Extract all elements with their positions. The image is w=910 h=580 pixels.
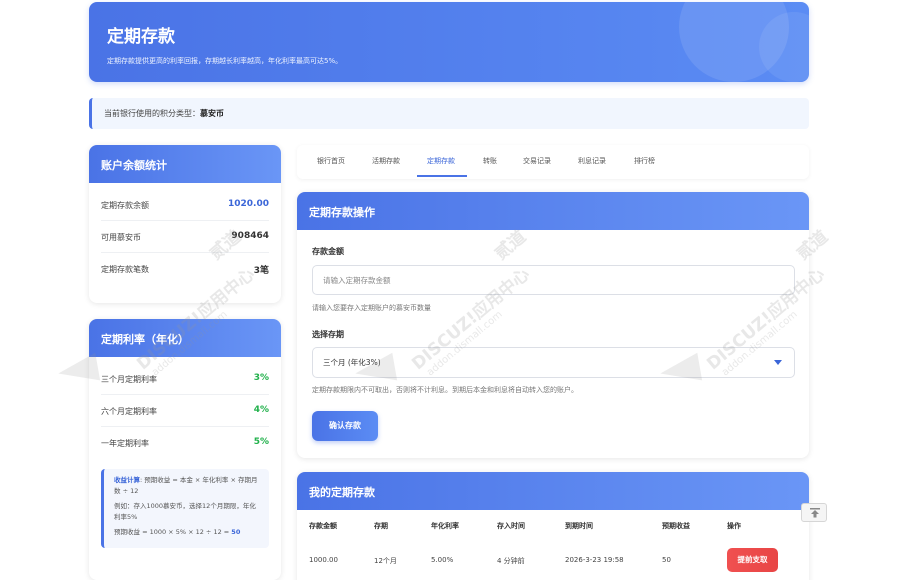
rate-card: 定期利率（年化） 三个月定期利率 3% 六个月定期利率 4% 一年定期利率 5%…	[89, 319, 281, 580]
rate-row-label: 一年定期利率	[101, 439, 149, 448]
scroll-to-top-button[interactable]	[801, 503, 827, 522]
tab-transfer[interactable]: 转账	[483, 156, 497, 166]
currency-info-text: 当前银行使用的积分类型：慕安币	[104, 109, 224, 118]
balance-row-label: 定期存款余额	[101, 201, 149, 210]
balance-row-label: 定期存款笔数	[101, 265, 149, 274]
balance-card-title: 账户余额统计	[101, 159, 167, 172]
rate-row-label: 六个月定期利率	[101, 407, 157, 416]
amount-input-placeholder: 请输入定期存款金额	[323, 276, 391, 285]
term-label: 选择存期	[312, 330, 344, 339]
column-header: 操作	[727, 522, 741, 530]
due-time-cell: 2026-3-23 19:58	[565, 556, 624, 564]
deposit-rate-cell: 5.00%	[431, 556, 454, 564]
currency-name: 慕安币	[200, 109, 224, 118]
tab-demand-deposit[interactable]: 活期存款	[372, 156, 400, 166]
formula-result-value: 50	[231, 528, 241, 536]
page-subtitle: 定期存款提供更高的利率回报，存期越长利率越高，年化利率最高可达5%。	[107, 57, 343, 65]
formula-label: 收益计算	[114, 476, 140, 484]
rate-row-label: 三个月定期利率	[101, 375, 157, 384]
currency-info-bar: 当前银行使用的积分类型：慕安币	[89, 98, 809, 129]
formula-example: 例如：存入1000慕安币，选择12个月期限，年化利率5%	[114, 502, 256, 521]
column-header: 预期收益	[662, 522, 690, 530]
confirm-deposit-button[interactable]: 确认存款	[312, 411, 378, 441]
tab-interest-records[interactable]: 利息记录	[578, 156, 606, 166]
balance-row: 可用慕安币 908464	[101, 221, 269, 253]
rate-row-value: 3%	[253, 373, 269, 383]
interest-formula-box: 收益计算: 预期收益 = 本金 × 年化利率 × 存期月数 ÷ 12 例如：存入…	[101, 469, 269, 548]
column-header: 存入时间	[497, 522, 525, 530]
deposit-form-title: 定期存款操作	[309, 206, 375, 219]
column-header: 存期	[374, 522, 388, 530]
amount-label: 存款金额	[312, 247, 344, 256]
balance-row-value: 3笔	[253, 266, 269, 276]
amount-hint: 请输入您要存入定期账户的慕安币数量	[312, 304, 431, 312]
page-header-banner: 定期存款 定期存款提供更高的利率回报，存期越长利率越高，年化利率最高可达5%。	[89, 2, 809, 82]
early-withdraw-button[interactable]: 提前支取	[727, 548, 778, 572]
column-header: 存款金额	[309, 522, 337, 530]
my-deposits-header: 我的定期存款	[297, 472, 809, 510]
expected-income-cell: 50	[662, 556, 671, 564]
balance-row: 定期存款余额 1020.00	[101, 189, 269, 221]
active-tab-indicator	[417, 175, 467, 177]
tab-fixed-deposit[interactable]: 定期存款	[427, 156, 455, 166]
deposit-form-header: 定期存款操作	[297, 192, 809, 230]
column-header: 年化利率	[431, 522, 459, 530]
balance-row-label: 可用慕安币	[101, 233, 141, 242]
formula-line: 收益计算: 预期收益 = 本金 × 年化利率 × 存期月数 ÷ 12	[114, 475, 259, 497]
deposit-term-cell: 12个月	[374, 557, 397, 565]
my-deposits-title: 我的定期存款	[309, 486, 375, 499]
deposit-amount-cell: 1000.00	[309, 556, 338, 564]
tab-leaderboard[interactable]: 排行榜	[634, 156, 655, 166]
chevron-down-icon	[774, 360, 782, 365]
rate-row: 六个月定期利率 4%	[101, 395, 269, 427]
balance-row-value: 1020.00	[228, 199, 269, 209]
deposit-time-cell: 4 分钟前	[497, 557, 525, 565]
formula-result: 预期收益 = 1000 × 5% × 12 ÷ 12 = 50	[114, 528, 241, 536]
term-hint: 定期存款期限内不可取出，否则将不计利息。到期后本金和利息将自动转入您的账户。	[312, 386, 578, 394]
page-title: 定期存款	[107, 27, 175, 47]
bank-tabs: 银行首页 活期存款 定期存款 转账 交易记录 利息记录 排行榜	[297, 145, 809, 179]
rate-row-value: 4%	[253, 405, 269, 415]
amount-input[interactable]: 请输入定期存款金额	[312, 265, 795, 295]
tab-bank-home[interactable]: 银行首页	[317, 156, 345, 166]
rate-row: 三个月定期利率 3%	[101, 363, 269, 395]
balance-card-header: 账户余额统计	[89, 145, 281, 183]
column-header: 到期时间	[565, 522, 593, 530]
arrow-up-icon	[810, 508, 820, 518]
tab-transactions[interactable]: 交易记录	[523, 156, 551, 166]
rate-row-value: 5%	[253, 437, 269, 447]
rate-row: 一年定期利率 5%	[101, 427, 269, 459]
